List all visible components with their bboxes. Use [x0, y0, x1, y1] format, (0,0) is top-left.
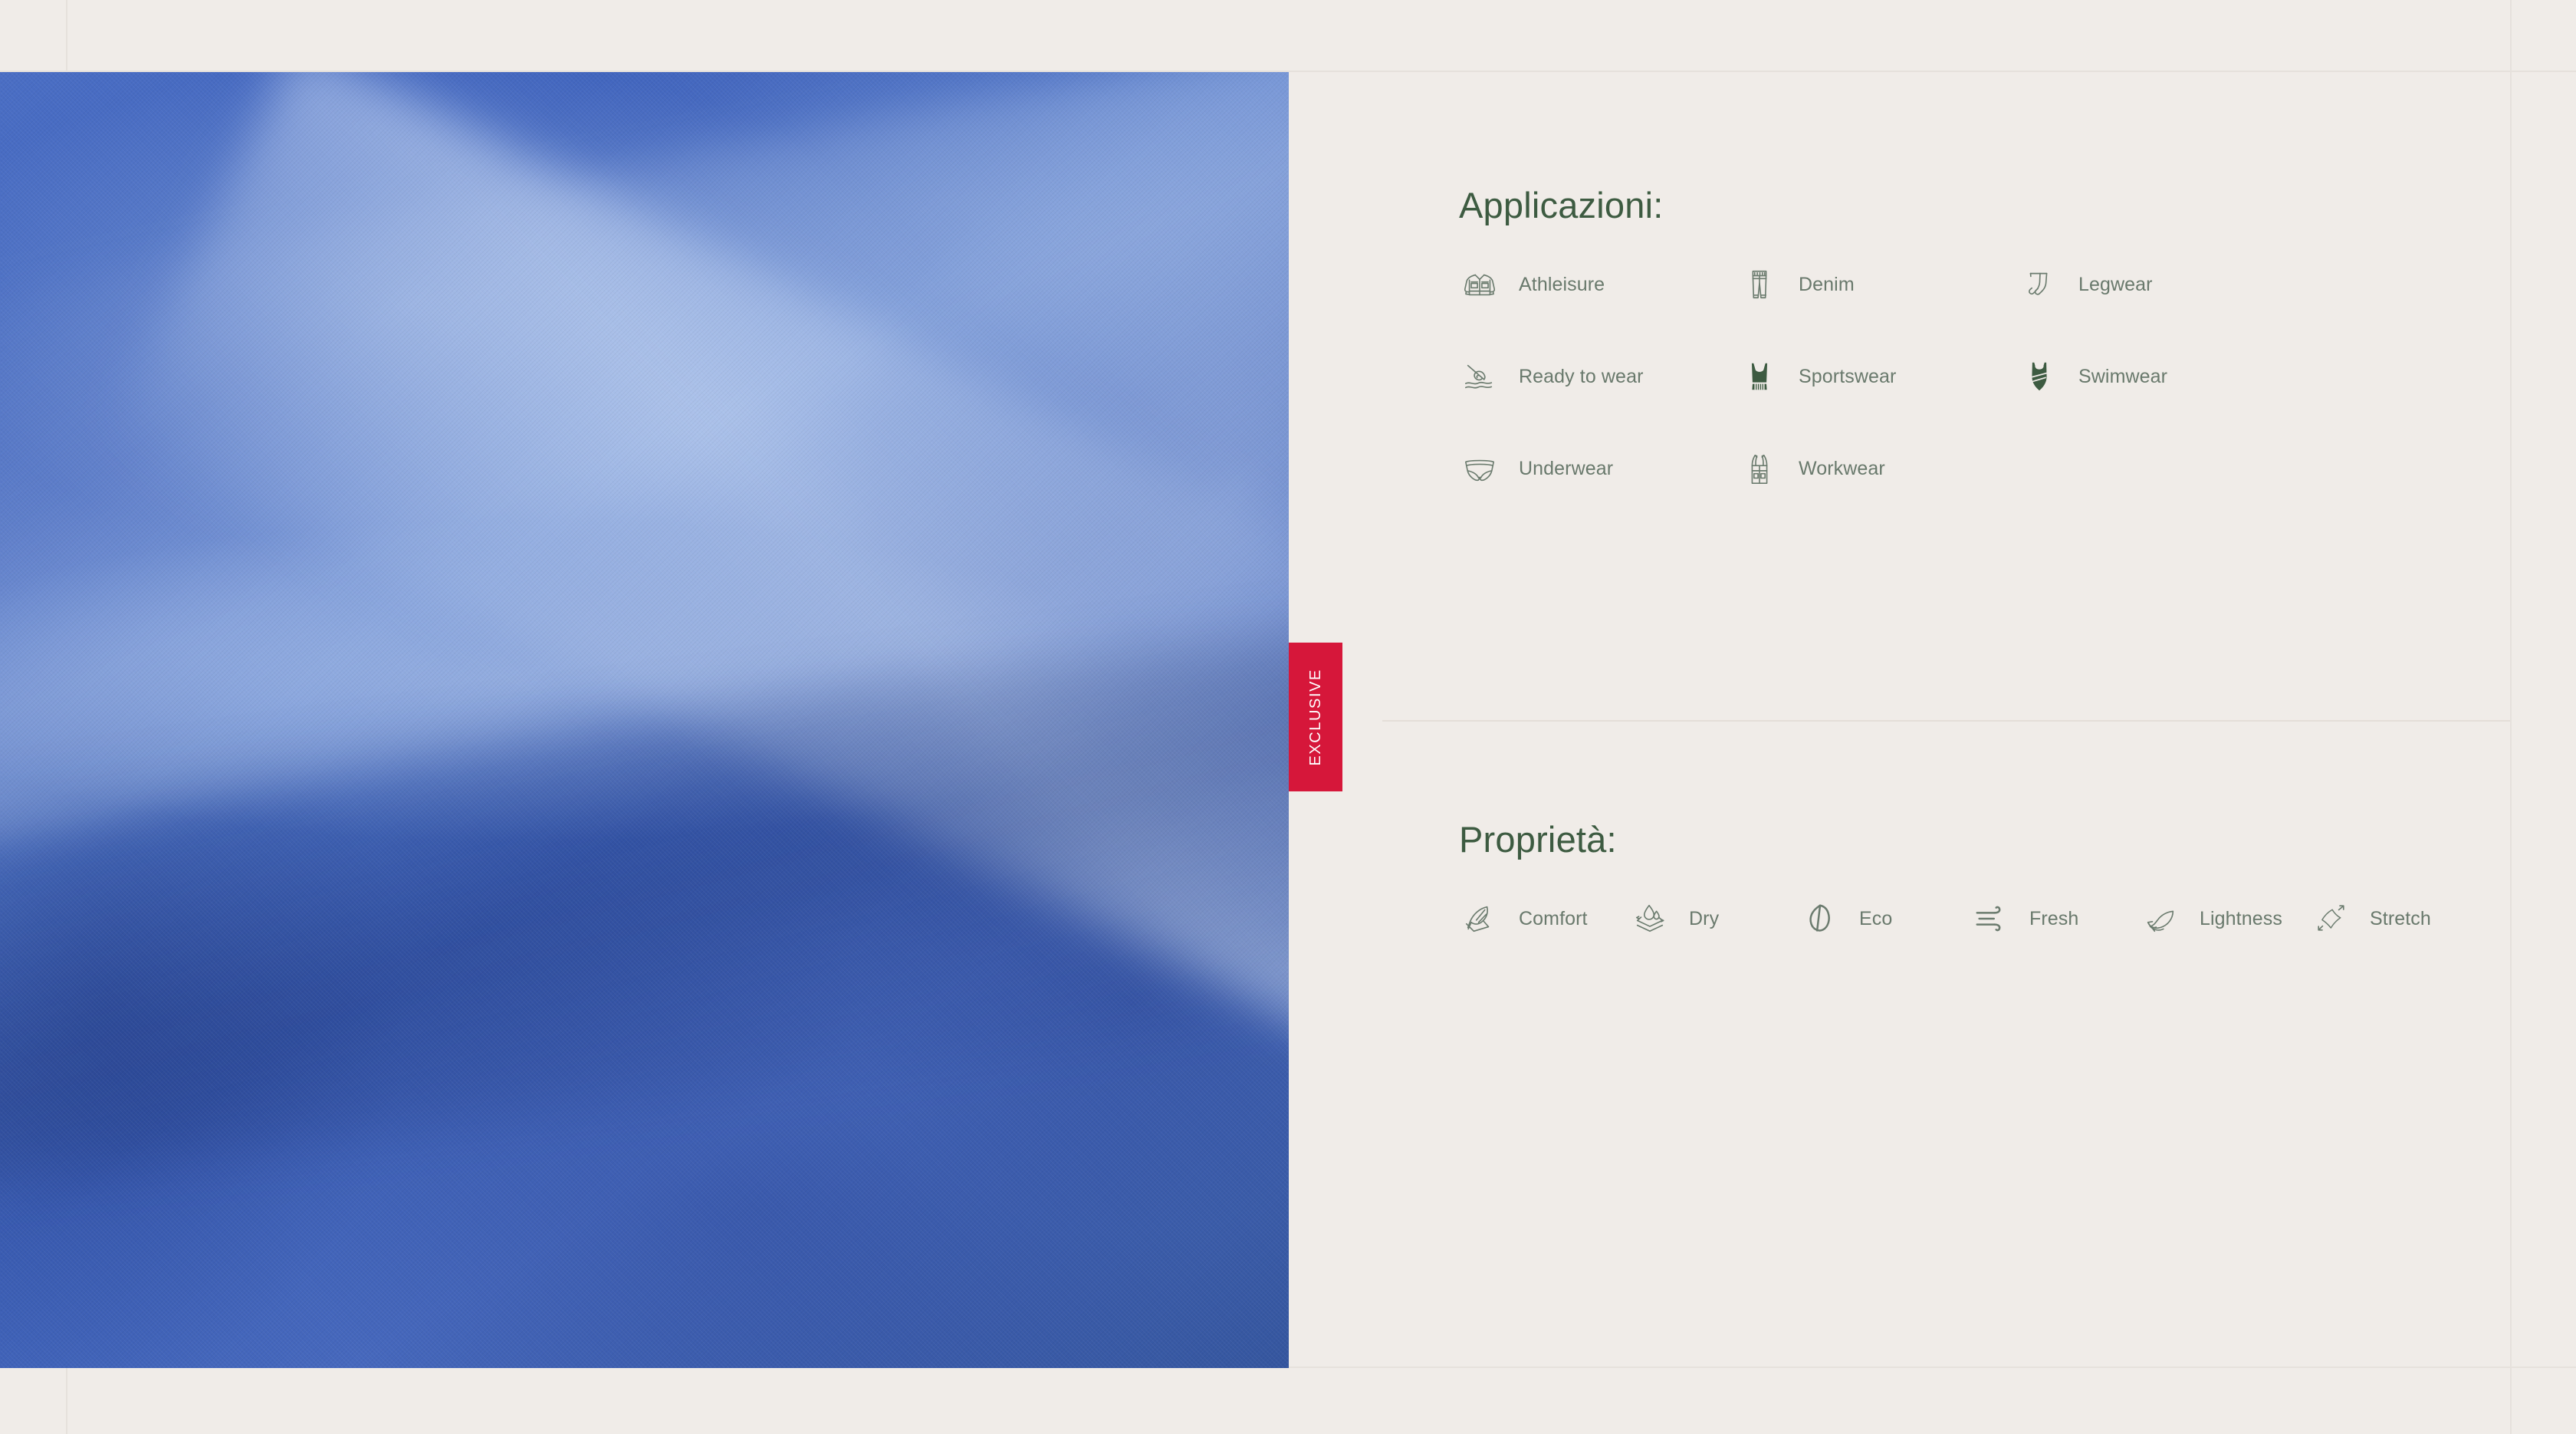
property-item-dry[interactable]: Dry: [1629, 897, 1799, 940]
wind-icon: [1970, 898, 2011, 939]
application-label: Ready to wear: [1519, 365, 1644, 387]
property-label: Dry: [1689, 907, 1720, 929]
fabric-photo: [0, 72, 1289, 1368]
property-item-comfort[interactable]: Comfort: [1459, 897, 1629, 940]
feather-icon: [1459, 898, 1500, 939]
property-item-lightness[interactable]: Lightness: [2140, 897, 2310, 940]
applications-list: Athleisure Denim Legwear Ready to wear S…: [1459, 263, 2545, 539]
application-item-athleisure[interactable]: Athleisure: [1459, 263, 1739, 306]
application-label: Sportswear: [1799, 365, 1897, 387]
application-item-sportswear[interactable]: Sportswear: [1739, 355, 2019, 398]
overalls-icon: [1739, 448, 1780, 489]
water-droplet-layers-icon: [1629, 898, 1671, 939]
application-item-ready-to-wear[interactable]: Ready to wear: [1459, 355, 1739, 398]
detail-column: Applicazioni: Athleisure Denim Legwear R…: [1289, 72, 2576, 1368]
fabric-weave-texture: [0, 72, 1289, 1368]
properties-list: Comfort Dry Eco Fresh Lightness Stretch: [1459, 897, 2545, 989]
application-label: Athleisure: [1519, 273, 1605, 295]
property-label: Stretch: [2370, 907, 2431, 929]
application-label: Swimwear: [2078, 365, 2168, 387]
needle-thread-icon: [1459, 356, 1500, 397]
feather-light-icon: [2140, 898, 2181, 939]
application-label: Workwear: [1799, 457, 1885, 479]
leaf-icon: [1799, 898, 1841, 939]
stockings-icon: [2019, 264, 2060, 305]
application-item-legwear[interactable]: Legwear: [2019, 263, 2298, 306]
properties-section: Proprietà: Comfort Dry Eco Fresh Lightne…: [1289, 722, 2576, 1368]
application-label: Underwear: [1519, 457, 1614, 479]
property-label: Fresh: [2029, 907, 2079, 929]
applications-section: Applicazioni: Athleisure Denim Legwear R…: [1289, 72, 2576, 720]
application-label: Denim: [1799, 273, 1855, 295]
tank-top-icon: [1739, 356, 1780, 397]
stretch-arrows-icon: [2310, 898, 2351, 939]
application-item-denim[interactable]: Denim: [1739, 263, 2019, 306]
applications-title: Applicazioni:: [1459, 185, 1664, 225]
application-item-underwear[interactable]: Underwear: [1459, 447, 1739, 490]
application-item-workwear[interactable]: Workwear: [1739, 447, 2019, 490]
properties-title: Proprietà:: [1459, 819, 1617, 860]
application-label: Legwear: [2078, 273, 2153, 295]
briefs-icon: [1459, 448, 1500, 489]
jacket-icon: [1459, 264, 1500, 305]
property-label: Eco: [1859, 907, 1893, 929]
property-label: Lightness: [2200, 907, 2282, 929]
fabric-image-panel: [0, 72, 1289, 1368]
property-item-stretch[interactable]: Stretch: [2310, 897, 2480, 940]
property-item-eco[interactable]: Eco: [1799, 897, 1970, 940]
application-item-swimwear[interactable]: Swimwear: [2019, 355, 2298, 398]
exclusive-badge: EXCLUSIVE: [1289, 643, 1342, 791]
jeans-icon: [1739, 264, 1780, 305]
property-item-fresh[interactable]: Fresh: [1970, 897, 2140, 940]
exclusive-badge-label: EXCLUSIVE: [1307, 668, 1324, 766]
swimsuit-icon: [2019, 356, 2060, 397]
page-root: EXCLUSIVE Applicazioni: Athleisure Denim…: [0, 0, 2576, 1434]
property-label: Comfort: [1519, 907, 1588, 929]
